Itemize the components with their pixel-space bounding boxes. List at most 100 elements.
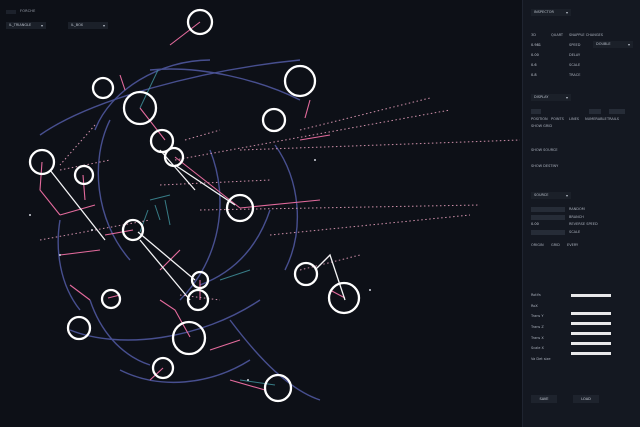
param-slider[interactable] (571, 294, 611, 297)
reverse-speed-label: REVERSE SPEED (569, 222, 598, 226)
node-ring (91, 76, 115, 100)
speed-label: SPEED (569, 43, 581, 47)
orbit-arc (119, 359, 251, 384)
teal-link (164, 199, 171, 226)
tab-snapple-changes[interactable]: SNAPPLE CHANGES (569, 33, 603, 37)
source-scale-label: SCALE (569, 230, 581, 234)
display-dropdown-label: DISPLAY (534, 95, 549, 99)
pink-link (59, 204, 96, 216)
save-button[interactable]: SAVE (531, 395, 557, 403)
orbit-arc (199, 209, 271, 286)
particle-dot (247, 379, 249, 381)
orbit-arc (229, 319, 321, 401)
pink-link (59, 249, 101, 256)
particle-dots (29, 159, 371, 381)
particle-dot (59, 254, 61, 256)
tab-grid[interactable]: GRID (551, 243, 560, 247)
random-slider[interactable] (531, 207, 565, 212)
source-dropdown-label: SOURCE (534, 193, 549, 197)
source-dropdown[interactable]: SOURCE ▾ (531, 192, 571, 199)
dotted-trail (239, 139, 521, 151)
tab-every[interactable]: EVERY (567, 243, 578, 247)
orbit-arc (149, 68, 301, 101)
numerable-toggle[interactable] (589, 109, 601, 114)
pink-link (119, 74, 126, 91)
chevron-down-icon: ▾ (627, 42, 630, 47)
orbit-arcs (39, 59, 321, 401)
network-visualization (28, 8, 521, 403)
chevron-down-icon: ▾ (565, 193, 568, 198)
inspector-dropdown-label: INSPECTOR (534, 10, 554, 14)
orbit-arc (97, 119, 131, 261)
speed-mode-dropdown[interactable]: DOUBLE ▾ (593, 41, 633, 48)
param-label: RoX (531, 304, 538, 308)
scale-value[interactable]: 0.6 (531, 63, 537, 67)
delay-label: DELAY (569, 53, 581, 57)
display-option-lines[interactable]: LINES (569, 117, 579, 121)
param-slider[interactable] (571, 322, 611, 325)
tab-origin[interactable]: ORIGIN (531, 243, 544, 247)
position-toggle[interactable] (531, 109, 541, 114)
param-label: Trans X (531, 336, 544, 340)
app-window: FORCHE IL_TRIANGLE ▾ IL_BOX ▾ INSPECTOR … (0, 0, 640, 427)
graph-canvas[interactable]: FORCHE IL_TRIANGLE ▾ IL_BOX ▾ (0, 0, 522, 427)
dotted-trail (174, 109, 451, 161)
pink-link (304, 99, 311, 119)
scale-slider[interactable] (531, 230, 565, 235)
node-ring (100, 288, 122, 310)
dotted-trail (159, 179, 271, 186)
dotted-trail (269, 214, 471, 236)
display-option-trails[interactable]: TRAILS (607, 117, 619, 121)
param-slider[interactable] (571, 332, 611, 335)
load-button[interactable]: LOAD (573, 395, 599, 403)
node-ring (66, 315, 92, 341)
node-ring (261, 107, 287, 133)
display-option-position[interactable]: POSITION (531, 117, 548, 121)
show-destiny-toggle[interactable]: SHOW DESTINY (531, 164, 558, 168)
display-option-points[interactable]: POINTS (551, 117, 564, 121)
reverse-speed-value[interactable]: 0.00 (531, 222, 539, 226)
inspector-dropdown[interactable]: INSPECTOR ▾ (531, 9, 571, 16)
node-rings (28, 8, 361, 403)
param-label: Va Det size (531, 357, 551, 361)
trace-value[interactable]: 0.8 (531, 73, 537, 77)
display-option-numerable[interactable]: NUMERABLE (585, 117, 607, 121)
param-slider[interactable] (571, 342, 611, 345)
dotted-trail (59, 124, 96, 166)
teal-link (149, 194, 171, 201)
speed-value[interactable]: 0.981 (531, 43, 541, 47)
node-ring (283, 64, 317, 98)
inspector-panel: INSPECTOR ▾ 3D QUART SNAPPLE CHANGES 0.9… (522, 0, 640, 427)
pink-link (82, 174, 86, 201)
chevron-down-icon: ▾ (565, 10, 568, 15)
dotted-trail (39, 219, 151, 241)
particle-dot (29, 214, 31, 216)
branch-label: BRANCH (569, 215, 584, 219)
scale-label: SCALE (569, 63, 581, 67)
param-slider[interactable] (571, 352, 611, 355)
node-ring (293, 261, 319, 287)
show-source-toggle[interactable]: SHOW SOURCE (531, 148, 558, 152)
display-dropdown[interactable]: DISPLAY ▾ (531, 94, 571, 101)
orbit-arc (39, 59, 301, 136)
param-slider[interactable] (571, 312, 611, 315)
white-link (174, 164, 236, 206)
display-option-show-grid[interactable]: SHOW GRID (531, 124, 552, 128)
node-ring (263, 373, 293, 403)
tab-3d[interactable]: 3D (531, 33, 536, 37)
node-ring (186, 288, 210, 312)
particle-dot (314, 159, 316, 161)
delay-value[interactable]: 0.00 (531, 53, 539, 57)
tab-quart[interactable]: QUART (551, 33, 563, 37)
particle-dot (369, 289, 371, 291)
teal-link (154, 204, 161, 221)
param-label: RotYa (531, 293, 541, 297)
orbit-arc (89, 299, 151, 366)
param-label: Trans Z (531, 325, 544, 329)
pink-link (209, 339, 241, 351)
pink-link (69, 284, 91, 301)
branch-slider[interactable] (531, 215, 565, 220)
param-label: Trans Y (531, 314, 544, 318)
dotted-trail (184, 129, 221, 141)
trails-toggle[interactable] (609, 109, 625, 114)
